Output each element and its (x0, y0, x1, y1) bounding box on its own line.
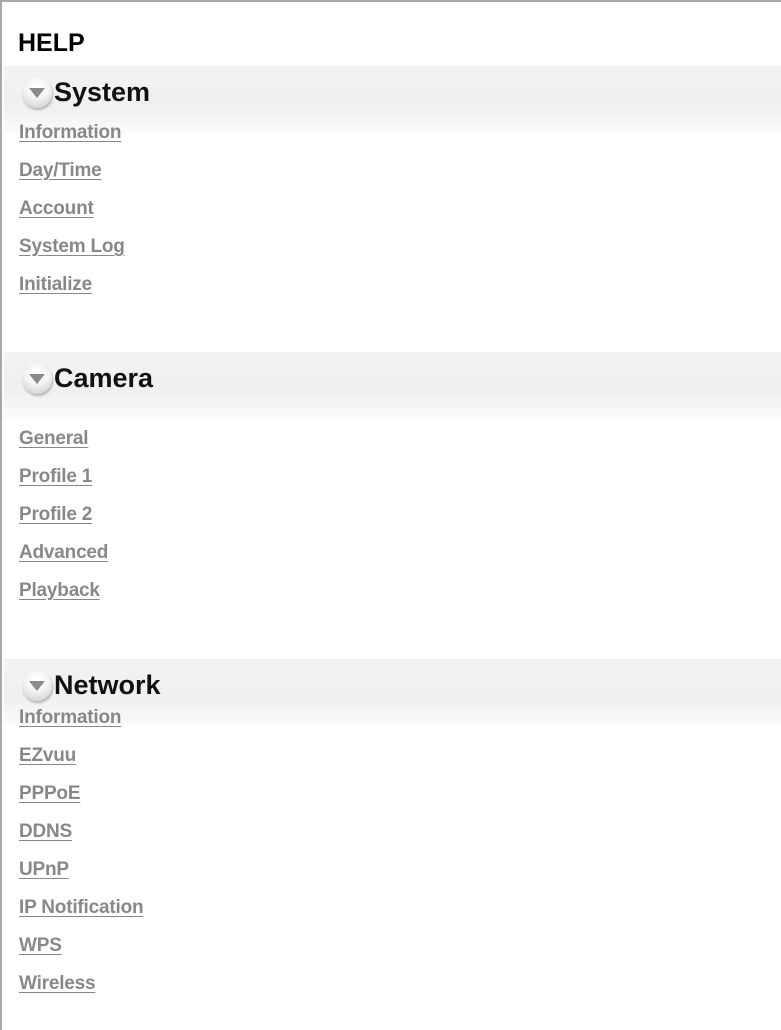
section-toggle-system[interactable]: System (20, 74, 150, 110)
help-panel: HELP System Information Day/Time Account… (0, 0, 781, 1030)
link-network-wireless[interactable]: Wireless (19, 973, 96, 994)
section-title-camera: Camera (54, 363, 154, 393)
link-camera-general[interactable]: General (19, 428, 89, 449)
link-camera-playback[interactable]: Playback (19, 580, 100, 601)
collapse-arrow-icon[interactable] (20, 361, 62, 395)
section-title-system: System (54, 77, 151, 107)
collapse-arrow-icon[interactable] (20, 668, 62, 702)
link-network-upnp[interactable]: UPnP (19, 859, 69, 880)
link-network-ezvuu[interactable]: EZvuu (19, 745, 76, 766)
link-system-information[interactable]: Information (19, 122, 121, 143)
link-network-pppoe[interactable]: PPPoE (19, 783, 81, 804)
link-system-log[interactable]: System Log (19, 236, 125, 257)
network-link-list: Information EZvuu PPPoE DDNS UPnP IP Not… (19, 707, 144, 1011)
link-system-account[interactable]: Account (19, 198, 94, 219)
camera-link-list: General Profile 1 Profile 2 Advanced Pla… (19, 428, 108, 618)
section-toggle-network[interactable]: Network (20, 667, 161, 703)
section-title-network: Network (54, 670, 161, 700)
link-camera-advanced[interactable]: Advanced (19, 542, 108, 563)
section-header-camera: Camera (4, 352, 781, 419)
section-toggle-camera[interactable]: Camera (20, 360, 153, 396)
collapse-arrow-icon[interactable] (20, 75, 62, 109)
link-camera-profile-2[interactable]: Profile 2 (19, 504, 92, 525)
link-system-day-time[interactable]: Day/Time (19, 160, 102, 181)
link-camera-profile-1[interactable]: Profile 1 (19, 466, 92, 487)
page-title: HELP (18, 29, 85, 57)
link-network-ddns[interactable]: DDNS (19, 821, 72, 842)
link-network-information[interactable]: Information (19, 707, 121, 728)
link-network-ip-notification[interactable]: IP Notification (19, 897, 144, 918)
system-link-list: Information Day/Time Account System Log … (19, 122, 125, 312)
link-system-initialize[interactable]: Initialize (19, 274, 92, 295)
link-network-wps[interactable]: WPS (19, 935, 62, 956)
